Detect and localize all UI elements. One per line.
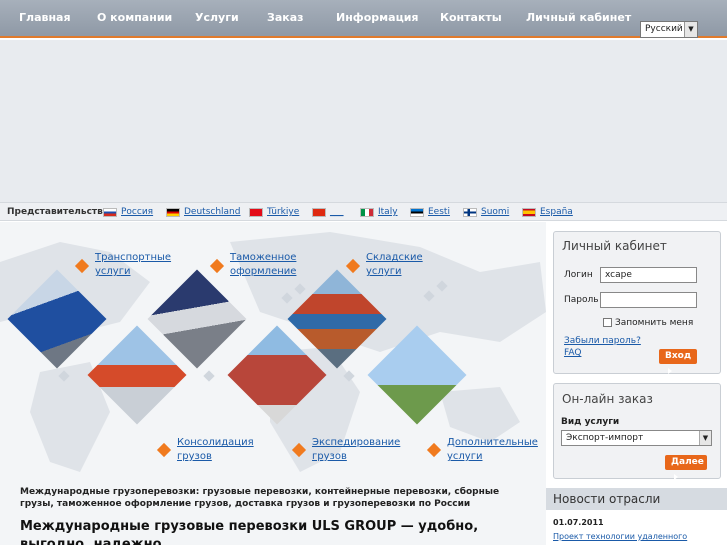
service-type-value: Экспорт-импорт <box>566 433 644 443</box>
top-navigation: Главная О компании Услуги Заказ Информац… <box>0 0 727 38</box>
china-flag-icon <box>312 208 326 217</box>
order-next-button[interactable]: Далее <box>665 455 707 480</box>
page: Главная О компании Услуги Заказ Информац… <box>0 0 727 545</box>
service-type-select[interactable]: Экспорт-импорт ▼ <box>561 430 712 446</box>
italy-flag-icon <box>360 208 374 217</box>
link-additional-services[interactable]: Дополнительные услуги <box>447 436 538 464</box>
service-type-label: Вид услуги <box>561 417 620 427</box>
nav-personal-account[interactable]: Личный кабинет <box>526 0 631 36</box>
nav-services[interactable]: Услуги <box>195 0 239 36</box>
finland-flag-icon <box>463 208 477 217</box>
login-submit-button[interactable]: Вход <box>659 349 697 374</box>
news-header: Новости отрасли <box>546 488 727 510</box>
news-item-link[interactable]: Проект технологии удаленного <box>553 532 687 541</box>
rep-link-finland[interactable]: Suomi <box>481 207 509 217</box>
online-order-box: Он-лайн заказ Вид услуги Экспорт-импорт … <box>553 383 721 480</box>
rep-link-italy[interactable]: Italy <box>378 207 398 217</box>
chevron-down-icon: ▼ <box>684 22 697 37</box>
nav-about[interactable]: О компании <box>97 0 172 36</box>
spain-flag-icon <box>522 208 536 217</box>
link-cargo-forwarding[interactable]: Экспедирование грузов <box>312 436 400 464</box>
rep-link-turkey[interactable]: Türkiye <box>267 207 299 217</box>
login-input[interactable]: xcape <box>600 267 697 283</box>
representatives-bar: Представительства: Россия Deutschland Tü… <box>0 202 727 221</box>
representatives-label: Представительства: <box>7 207 113 217</box>
language-value: Русский <box>645 24 683 34</box>
forgot-password-link[interactable]: Забыли пароль? <box>564 336 641 346</box>
arrow-right-icon <box>674 473 678 480</box>
sidebar: Личный кабинет Логин xcape Пароль Запомн… <box>546 222 727 545</box>
turkey-flag-icon <box>249 208 263 217</box>
chevron-down-icon: ▼ <box>699 431 711 445</box>
page-headline: Международные грузовые перевозки ULS GRO… <box>20 519 479 545</box>
rep-link-russia[interactable]: Россия <box>121 207 153 217</box>
language-select[interactable]: Русский ▼ <box>640 21 698 38</box>
remember-me-checkbox[interactable] <box>603 318 612 327</box>
rep-link-china[interactable]: ___ <box>330 207 344 217</box>
estonia-flag-icon <box>410 208 424 217</box>
rep-link-spain[interactable]: España <box>540 207 573 217</box>
order-box-title: Он-лайн заказ <box>562 392 653 406</box>
services-showcase: Транспортные услуги Таможенное оформлени… <box>0 222 546 545</box>
password-input[interactable] <box>600 292 697 308</box>
rep-link-estonia[interactable]: Eesti <box>428 207 450 217</box>
faq-link[interactable]: FAQ <box>564 348 581 358</box>
arrow-right-icon <box>668 367 672 374</box>
germany-flag-icon <box>166 208 180 217</box>
news-date: 01.07.2011 <box>553 518 604 527</box>
page-subtitle: Международные грузоперевозки: грузовые п… <box>20 487 500 509</box>
password-label: Пароль <box>564 295 599 305</box>
rep-link-germany[interactable]: Deutschland <box>184 207 240 217</box>
link-customs-clearance[interactable]: Таможенное оформление <box>230 251 296 279</box>
nav-home[interactable]: Главная <box>19 0 71 36</box>
link-warehouse-services[interactable]: Складские услуги <box>366 251 423 279</box>
login-box-title: Личный кабинет <box>562 239 667 253</box>
nav-contacts[interactable]: Контакты <box>440 0 502 36</box>
login-label: Логин <box>564 270 593 280</box>
link-transport-services[interactable]: Транспортные услуги <box>95 251 171 279</box>
login-box: Личный кабинет Логин xcape Пароль Запомн… <box>553 231 721 374</box>
link-cargo-consolidation[interactable]: Консолидация грузов <box>177 436 254 464</box>
news-title: Новости отрасли <box>553 492 661 506</box>
banner-area <box>0 40 727 202</box>
nav-order[interactable]: Заказ <box>267 0 304 36</box>
russia-flag-icon <box>103 208 117 217</box>
nav-information[interactable]: Информация <box>336 0 419 36</box>
remember-me-label: Запомнить меня <box>615 318 694 328</box>
